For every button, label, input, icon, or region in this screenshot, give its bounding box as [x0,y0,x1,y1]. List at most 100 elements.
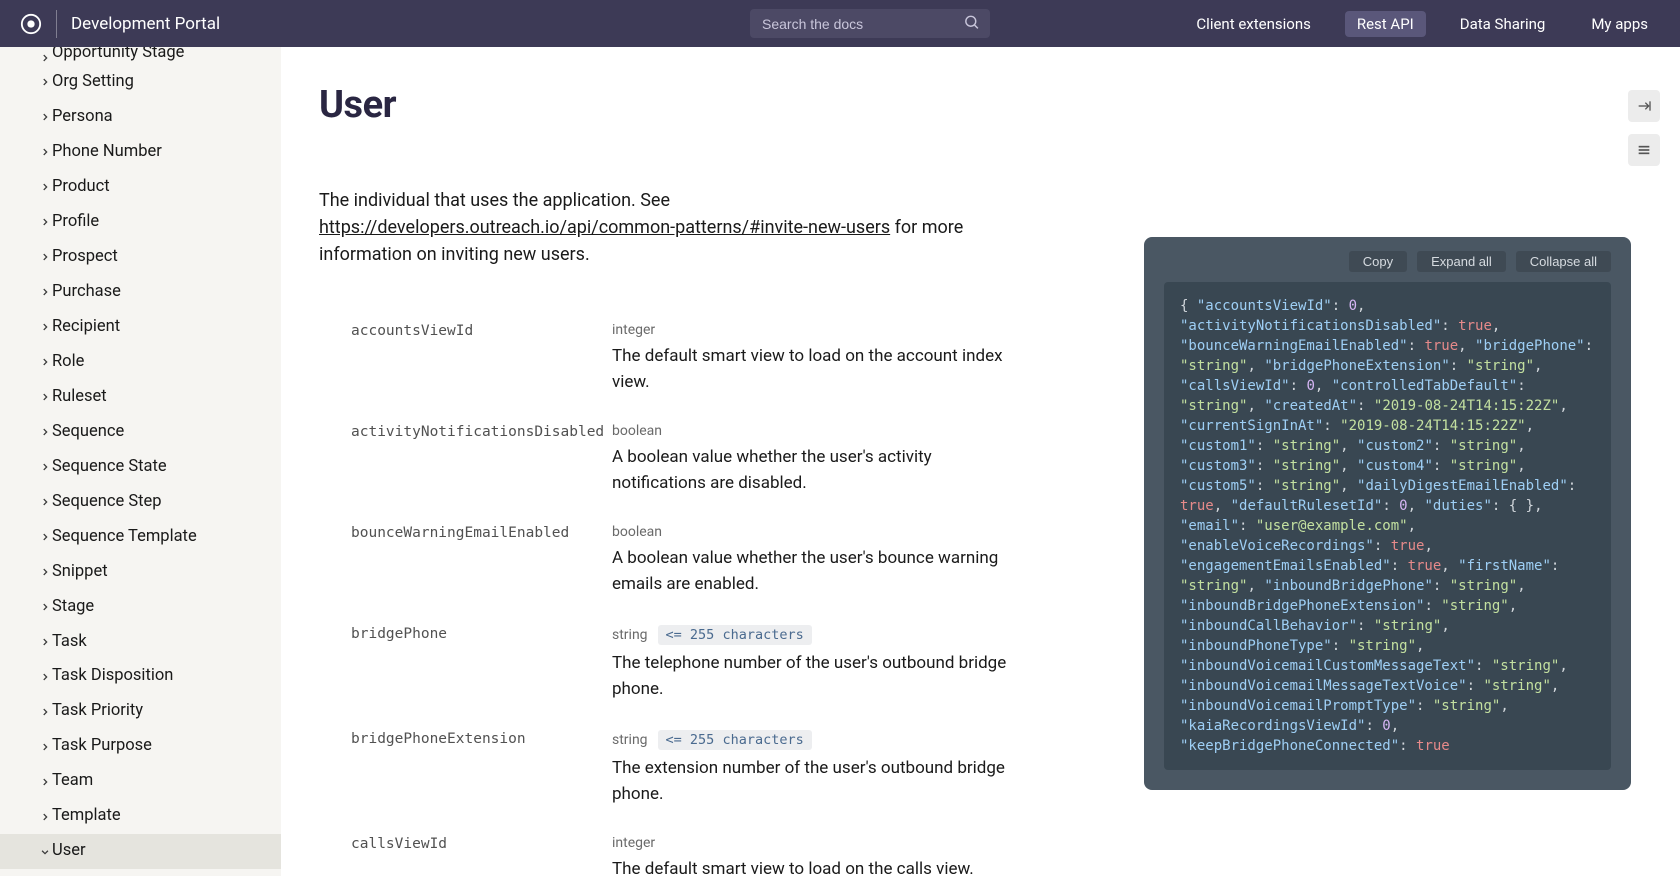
attr-type: boolean [612,524,662,540]
sidebar-item-task[interactable]: Task [0,625,281,660]
page-title: User [319,83,1021,127]
portal-name: Development Portal [71,14,220,34]
attr-desc: The telephone number of the user's outbo… [612,651,1021,702]
attr-desc: The default smart view to load on the ac… [612,344,1021,395]
attr-constraint: <= 255 characters [658,625,812,645]
sidebar-item-label: Profile [52,213,99,232]
attr-row-bounceWarningEmailEnabled: bounceWarningEmailEnabledboolean A boolea… [319,510,1021,611]
sidebar-item-sequence[interactable]: Sequence [0,415,281,450]
sidebar-item-user[interactable]: User [0,834,281,869]
chevron-right-icon [40,812,50,822]
chevron-right-icon [40,567,50,577]
chevron-right-icon [40,392,50,402]
expand-panel-button[interactable] [1628,90,1660,122]
attribute-list: accountsViewId integer The default smart v… [319,308,1021,876]
sidebar-item-profile[interactable]: Profile [0,205,281,240]
attr-row-accountsViewId: accountsViewIdintegerThe default smart v… [319,308,1021,409]
brand-logo-icon [20,13,42,35]
sidebar-item-team[interactable]: Team [0,764,281,799]
attr-type: integer [612,835,655,851]
sidebar-item-task-priority[interactable]: Task Priority [0,694,281,729]
sidebar-item-ruleset[interactable]: Ruleset [0,380,281,415]
sidebar-item-label: Product [52,178,110,197]
chevron-right-icon [40,112,50,122]
search-input[interactable] [750,9,990,38]
sidebar-item-label: Sequence [52,423,124,442]
example-panel: Copy Expand all Collapse all { "accounts… [1144,237,1631,790]
logo-area[interactable]: Development Portal [20,10,220,38]
sidebar-item-role[interactable]: Role [0,345,281,380]
sidebar-item-task-disposition[interactable]: Task Disposition [0,659,281,694]
sidebar-item-template[interactable]: Template [0,799,281,834]
attr-type: boolean [612,423,662,439]
top-bar: Development Portal Client extensions Res… [0,0,1680,47]
sidebar-item-task-purpose[interactable]: Task Purpose [0,729,281,764]
sidebar-item-purchase[interactable]: Purchase [0,275,281,310]
sidebar-item-label: Ruleset [52,388,107,407]
chevron-right-icon [40,672,50,682]
sidebar-item-label: User [52,842,86,861]
sidebar-item-org-setting[interactable]: Org Setting [0,65,281,100]
nav-data-sharing[interactable]: Data Sharing [1448,11,1558,37]
attr-type: string [612,732,648,748]
sidebar-item-label: Task Purpose [52,737,152,756]
collapse-all-button[interactable]: Collapse all [1516,251,1611,272]
sidebar-item-phone-number[interactable]: Phone Number [0,135,281,170]
sidebar[interactable]: Opportunity Stage Org Setting Persona Phone… [0,47,281,876]
code-block[interactable]: { "accountsViewId": 0, "activityNotifica… [1164,282,1611,770]
sidebar-item-label: Role [52,353,84,372]
expand-all-button[interactable]: Expand all [1417,251,1506,272]
chevron-right-icon [40,357,50,367]
sidebar-item-label: Template [52,807,121,826]
attr-desc: A boolean value whether the user's bounc… [612,546,1021,597]
chevron-right-icon [40,147,50,157]
nav-my-apps[interactable]: My apps [1579,11,1660,37]
nav-rest-api[interactable]: Rest API [1345,11,1426,37]
sidebar-item-sequence-template[interactable]: Sequence Template [0,520,281,555]
chevron-right-icon [40,497,50,507]
sidebar-item-label: Opportunity Stage [52,47,184,63]
sidebar-item-persona[interactable]: Persona [0,100,281,135]
copy-button[interactable]: Copy [1349,251,1407,272]
sidebar-item-prospect[interactable]: Prospect [0,240,281,275]
sidebar-item-label: Recipient [52,318,120,337]
nav-client-extensions[interactable]: Client extensions [1184,11,1322,37]
sidebar-item-stage[interactable]: Stage [0,590,281,625]
sidebar-item-opportunity-stage[interactable]: Opportunity Stage [0,47,281,65]
attr-name: bridgePhoneExtension [319,730,612,807]
sidebar-item-snippet[interactable]: Snippet [0,555,281,590]
sidebar-item-label: Task Priority [52,702,143,721]
attr-desc: The extension number of the user's outbo… [612,756,1021,807]
chevron-right-icon [40,77,50,87]
sidebar-item-label: Team [52,772,93,791]
attr-desc: The default smart view to load on the ca… [612,857,1021,876]
chevron-right-icon [40,707,50,717]
attr-row-activityNotificationsDisabled: activityNotificationsDisabledbooleanA bo… [319,409,1021,510]
sidebar-item-label: Org Setting [52,73,134,92]
list-view-button[interactable] [1628,134,1660,166]
sidebar-item-label: Prospect [52,248,118,267]
top-nav: Client extensions Rest API Data Sharing … [1184,11,1660,37]
sidebar-item-sequence-step[interactable]: Sequence Step [0,485,281,520]
attr-desc: A boolean value whether the user's activ… [612,445,1021,496]
chevron-right-icon [40,462,50,472]
attr-name: accountsViewId [319,322,612,395]
chevron-right-icon [40,777,50,787]
sidebar-item-product[interactable]: Product [0,170,281,205]
sidebar-item-sequence-state[interactable]: Sequence State [0,450,281,485]
intro-link[interactable]: https://developers.outreach.io/api/commo… [319,217,890,238]
sidebar-item-recipient[interactable]: Recipient [0,310,281,345]
sidebar-item-label: Snippet [52,563,108,582]
attr-constraint: <= 255 characters [658,730,812,750]
content-area[interactable]: User The individual that uses the applic… [281,47,1680,876]
sidebar-item-label: Purchase [52,283,121,302]
sidebar-item-label: Persona [52,108,113,127]
chevron-right-icon [40,217,50,227]
sidebar-item-label: Task [52,633,87,652]
chevron-right-icon [40,637,50,647]
attr-name: callsViewId [319,835,612,876]
sidebar-item-label: Sequence Step [52,493,162,512]
sidebar-item-label: Phone Number [52,143,162,162]
example-toolbar: Copy Expand all Collapse all [1144,237,1631,282]
attr-name: bounceWarningEmailEnabled [319,524,612,597]
